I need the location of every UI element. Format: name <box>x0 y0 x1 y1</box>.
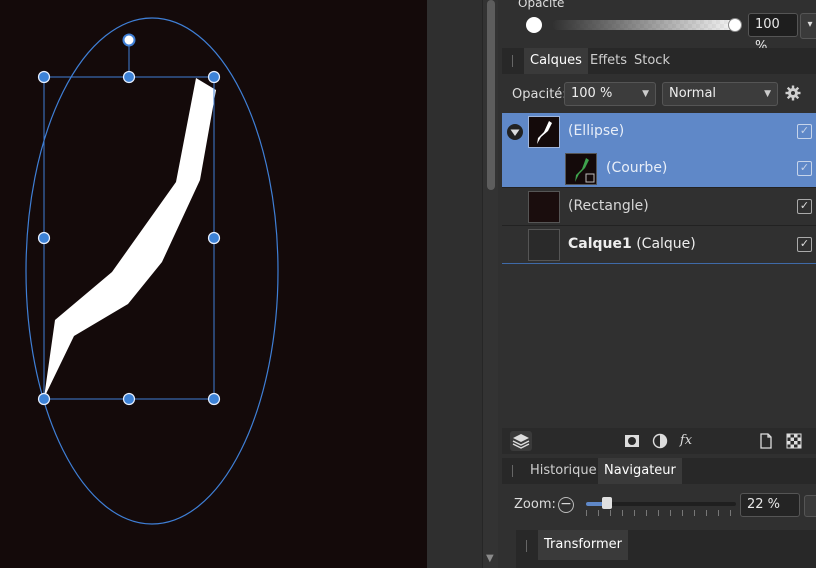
checkerboard-icon[interactable] <box>786 433 802 449</box>
layer-item-ellipse[interactable]: (Ellipse) ✓ <box>502 113 816 150</box>
canvas-artwork[interactable] <box>0 0 427 568</box>
zoom-slider-knob[interactable] <box>602 497 612 509</box>
handle-top-center[interactable] <box>122 70 136 84</box>
tab-calques[interactable]: Calques <box>524 48 588 74</box>
opacity-value-field[interactable]: 100 % <box>748 13 798 54</box>
layer-item-calque1[interactable]: Calque1 (Calque) ✓ <box>502 226 816 263</box>
zoom-in-icon[interactable] <box>804 495 816 517</box>
layers-tab-bar: Calques Effets Stock <box>502 48 816 74</box>
handle-middle-right[interactable] <box>207 231 221 245</box>
zoom-row: Zoom: − 22 % <box>502 488 816 522</box>
chevron-down-icon: ▼ <box>764 89 771 99</box>
zoom-ticks <box>586 510 736 516</box>
zoom-value-field[interactable]: 22 % <box>740 493 800 517</box>
zoom-out-icon[interactable]: − <box>558 497 574 513</box>
layer-visibility-checkbox[interactable]: ✓ <box>797 237 812 252</box>
scrollbar-thumb[interactable] <box>487 0 495 190</box>
document-canvas[interactable] <box>0 0 427 568</box>
opacity-slider-knob[interactable] <box>728 18 742 32</box>
opacity-label: Opacité <box>518 0 565 10</box>
panel-grip[interactable] <box>512 55 513 67</box>
layer-divider <box>502 263 816 264</box>
layers-bottom-toolbar: fx <box>502 428 816 454</box>
layers-stack-icon[interactable] <box>510 431 532 451</box>
curve-thumbnail <box>565 153 597 185</box>
blend-mode-value: Normal <box>669 86 717 101</box>
curve-shape[interactable] <box>44 78 216 398</box>
context-opacity-row: Opacité 100 % ▾ <box>498 0 816 54</box>
layer-name: (Ellipse) <box>568 123 625 139</box>
studio-panel: Opacité 100 % ▾ Calques Effets Stock Opa… <box>498 0 816 568</box>
layer-type: (Calque) <box>636 236 696 252</box>
zoom-label: Zoom: <box>514 497 556 512</box>
layer-visibility-checkbox[interactable]: ✓ <box>797 199 812 214</box>
tab-effets[interactable]: Effets <box>584 48 633 74</box>
layer-item-courbe[interactable]: (Courbe) ✓ <box>502 150 816 187</box>
mask-icon[interactable] <box>624 433 640 449</box>
layer-name: (Courbe) <box>606 160 668 176</box>
adjustment-icon[interactable] <box>652 433 668 449</box>
handle-bottom-center[interactable] <box>122 392 136 406</box>
zoom-slider-track[interactable] <box>586 497 736 509</box>
new-document-icon[interactable] <box>758 433 774 449</box>
handle-bottom-left[interactable] <box>37 392 51 406</box>
panel-grip[interactable] <box>512 465 513 477</box>
tab-navigateur[interactable]: Navigateur <box>598 458 682 484</box>
transform-tab-bar: Transformer <box>516 530 816 568</box>
ellipse-thumbnail <box>528 116 560 148</box>
vertical-scrollbar[interactable]: ▼ <box>482 0 499 568</box>
layer-options-row: Opacité: 100 % ▼ Normal ▼ <box>502 74 816 112</box>
fx-icon[interactable]: fx <box>678 433 694 449</box>
handle-bottom-right[interactable] <box>207 392 221 406</box>
opacity-spin-icon[interactable]: ▾ <box>800 13 816 39</box>
opacity-slider-track[interactable] <box>552 20 734 30</box>
handle-top-right[interactable] <box>207 70 221 84</box>
handle-middle-left[interactable] <box>37 231 51 245</box>
layer-name-bold: Calque1 <box>568 236 632 252</box>
chevron-down-icon: ▼ <box>642 89 649 99</box>
layer-name: (Rectangle) <box>568 198 649 214</box>
handle-top-left[interactable] <box>37 70 51 84</box>
rectangle-thumbnail <box>528 191 560 223</box>
pixel-layer-thumbnail <box>528 229 560 261</box>
settings-gear-icon[interactable] <box>785 85 801 101</box>
tab-transformer[interactable]: Transformer <box>538 530 629 560</box>
collapse-triangle-icon[interactable] <box>507 124 523 140</box>
navigator-tab-bar: Historique Navigateur <box>502 458 816 484</box>
layer-item-rectangle[interactable]: (Rectangle) ✓ <box>502 188 816 225</box>
opacity-swatch[interactable] <box>526 17 542 33</box>
tab-historique[interactable]: Historique <box>524 458 603 484</box>
scroll-down-arrow-icon[interactable]: ▼ <box>486 553 494 564</box>
layer-opacity-label: Opacité: <box>512 87 567 102</box>
tab-stock[interactable]: Stock <box>628 48 676 74</box>
canvas-margin <box>427 0 482 568</box>
layer-opacity-value: 100 % <box>571 86 613 101</box>
layer-opacity-dropdown[interactable]: 100 % ▼ <box>564 82 656 106</box>
layer-visibility-checkbox[interactable]: ✓ <box>797 124 812 139</box>
layer-name: Calque1 (Calque) <box>568 226 696 263</box>
rotation-handle[interactable] <box>122 33 136 47</box>
layer-visibility-checkbox[interactable]: ✓ <box>797 161 812 176</box>
panel-grip[interactable] <box>526 540 527 552</box>
blend-mode-dropdown[interactable]: Normal ▼ <box>662 82 778 106</box>
